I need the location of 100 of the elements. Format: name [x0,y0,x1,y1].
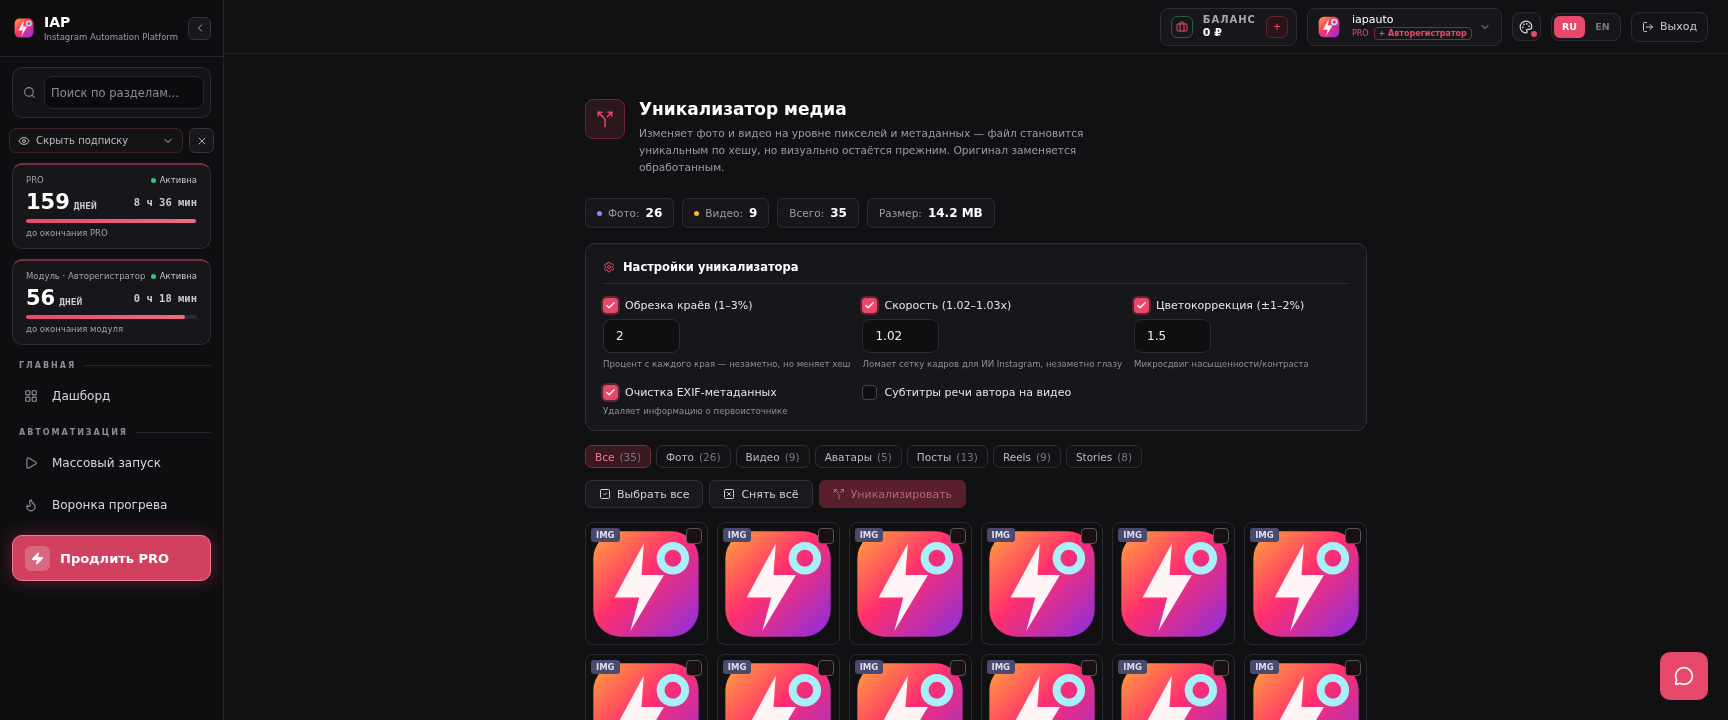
media-type-badge: IMG [854,660,884,674]
checkbox[interactable] [1081,528,1098,544]
media-type-badge: IMG [1118,528,1147,542]
palette-icon [1519,19,1534,34]
chat-button[interactable] [1660,652,1708,700]
stat-chip: Фото: 26 [585,198,675,228]
subscription-dropdown[interactable]: Скрыть подписку [9,128,183,153]
media-type-badge: IMG [591,528,620,542]
flame-icon [24,498,38,512]
media-tile[interactable]: IMG [848,654,972,720]
checkbox[interactable] [1345,528,1361,544]
dropdown-label: Скрыть подписку [36,135,130,146]
filter-tab[interactable]: Фото (26) [656,445,731,468]
search-field[interactable]: Поиск по разделам... [44,76,204,109]
stat-chip: Размер: 14.2 MB [866,198,995,228]
media-type-badge: IMG [591,660,620,674]
chat-icon [1674,666,1694,686]
option-label: Цветокоррекция (±1–2%) [1156,299,1305,312]
filter-tab[interactable]: Видео (9) [735,445,810,468]
plan-status: Активна [150,271,197,281]
checkbox[interactable] [1213,528,1230,544]
language-option[interactable]: RU [1553,15,1585,38]
checkbox[interactable] [817,660,834,676]
media-type-badge: IMG [1118,660,1147,674]
days-count: 56 [26,286,56,310]
media-tile[interactable]: IMG [716,654,840,720]
option-label: Очистка EXIF-метаданных [625,386,777,399]
avatar-logo [1317,15,1340,38]
lightning-icon [31,551,44,565]
filter-tab[interactable]: Все (35) [585,445,651,468]
number-field[interactable]: 1.5 [1134,319,1212,353]
media-type-badge: IMG [722,660,752,674]
plan-name: PRO [26,175,44,185]
checkbox[interactable] [1081,660,1098,676]
language-option[interactable]: EN [1586,15,1618,38]
number-field[interactable]: 1.02 [862,319,940,353]
settings-icon [603,261,615,273]
time-left: 8 ч 36 мин [133,196,197,208]
media-tile[interactable]: IMG [1112,522,1236,645]
checkbox[interactable] [685,660,702,676]
action-button[interactable]: Выбрать все [585,480,704,508]
media-type-badge: IMG [1250,528,1279,542]
module-tag: + Авторегистратор [1373,27,1472,40]
check-icon [605,300,616,311]
account-menu[interactable]: iapauto PRO + Авторегистратор [1306,7,1502,46]
x-square-icon [723,488,736,500]
checkbox[interactable] [862,298,878,313]
checkbox[interactable] [1134,298,1150,313]
option-hint: Микросдвиг насыщенности/контраста [1134,359,1310,369]
checkbox[interactable] [603,385,618,400]
checkbox[interactable] [603,298,618,313]
days-unit: ДНЕЙ [59,296,83,307]
media-tile[interactable]: IMG [1244,654,1367,720]
plan-caption: до окончания PRO [26,228,109,238]
section-title: ГЛАВНАЯ [19,361,77,370]
option-hint: Удаляет информацию о первоисточнике [603,406,789,416]
fork-icon [832,488,845,500]
media-tile[interactable]: IMG [1244,522,1367,645]
logout-button[interactable]: Выход [1630,11,1708,42]
filter-tab[interactable]: Посты (13) [906,445,988,468]
grid-icon [24,389,38,403]
page-description: Изменяет фото и видео на уровне пикселей и метаданных — файл становится уникальным по хешу, но визуально остаётся прежним. Оригинал заменяется обработанным. [639,126,1085,175]
checkbox[interactable] [949,660,966,676]
filter-tab[interactable]: Аватары (5) [814,445,902,468]
collapse-button[interactable] [188,16,211,40]
media-tile[interactable]: IMG [980,522,1104,645]
filter-tab[interactable]: Stories (8) [1065,445,1143,468]
checkbox[interactable] [817,528,834,544]
media-tile[interactable]: IMG [848,522,972,645]
page-title: Уникализатор медиа [639,99,848,119]
user-name: iapauto [1351,13,1395,26]
eye-icon [18,134,30,147]
plan-label: PRO [1351,29,1369,38]
filter-tab[interactable]: Reels (9) [992,445,1061,468]
media-tile[interactable]: IMG [716,522,840,645]
add-funds-button[interactable]: + [1265,15,1288,38]
action-button[interactable]: Снять всё [709,480,813,508]
option-label: Обрезка краёв (1–3%) [625,299,753,312]
theme-button[interactable] [1511,12,1541,41]
panel-title: Настройки уникализатора [623,260,799,274]
option-hint: Ломает сетку кадров для ИИ Instagram, незаметно глазу [862,359,1123,369]
checkbox[interactable] [949,528,966,544]
nav-item[interactable]: Воронка прогрева [12,489,211,521]
number-field[interactable]: 2 [603,319,680,353]
plan-name: Модуль · Авторегистратор [26,271,146,281]
media-tile[interactable]: IMG [585,654,708,720]
check-icon [864,300,876,311]
nav-item[interactable]: Дашборд [12,380,211,412]
media-tile[interactable]: IMG [980,654,1104,720]
days-unit: ДНЕЙ [73,200,97,211]
checkbox[interactable] [1345,660,1361,676]
media-tile[interactable]: IMG [1112,654,1236,720]
media-tile[interactable]: IMG [585,522,708,645]
extend-button[interactable]: Продлить PRO [12,535,211,581]
media-type-badge: IMG [986,528,1016,542]
nav-item[interactable]: Массовый запуск [12,447,211,479]
checkbox[interactable] [685,528,702,544]
stat-chip: Видео: 9 [682,198,770,228]
checkbox[interactable] [862,385,878,400]
checkbox[interactable] [1213,660,1230,676]
